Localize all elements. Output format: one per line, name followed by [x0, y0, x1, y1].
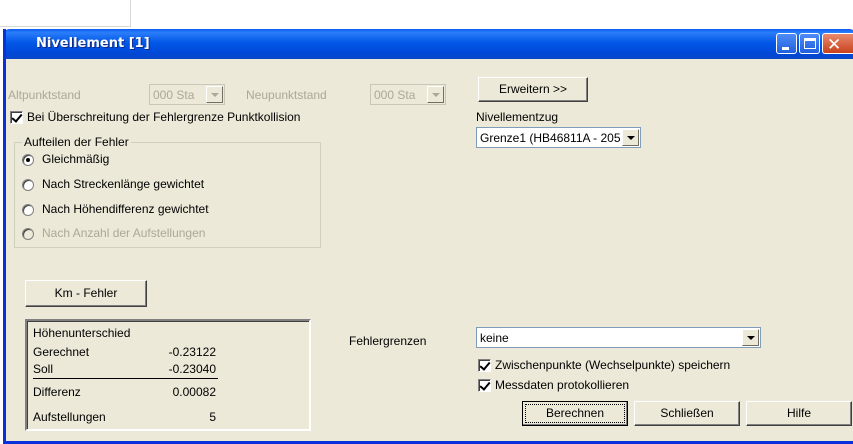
radio-streckenlaenge-label: Nach Streckenlänge gewichtet — [42, 177, 205, 191]
radio-gleichmaessig-label: Gleichmäßig — [42, 152, 110, 166]
altpunktstand-select[interactable]: 000 Sta — [149, 84, 225, 105]
maximize-icon — [804, 38, 816, 49]
nivellementzug-value: Grenze1 (HB46811A - 205 — [480, 131, 621, 145]
radio-streckenlaenge[interactable] — [22, 179, 34, 191]
soll-label: Soll — [33, 362, 54, 376]
gerechnet-value: -0.23122 — [168, 345, 216, 359]
neupunktstand-value: 000 Sta — [374, 88, 416, 102]
radio-aufstellungen[interactable] — [22, 228, 34, 240]
radio-hoehendifferenz-label: Nach Höhendifferenz gewichtet — [42, 202, 209, 216]
zwischenpunkte-label: Zwischenpunkte (Wechselpunkte) speichern — [495, 358, 731, 372]
radio-gleichmaessig[interactable] — [22, 154, 34, 166]
aufstellungen-label: Aufstellungen — [33, 410, 106, 424]
chevron-down-icon[interactable] — [742, 329, 759, 346]
km-fehler-button[interactable]: Km - Fehler — [25, 280, 147, 307]
nivellementzug-label: Nivellementzug — [476, 110, 559, 124]
differenz-value: 0.00082 — [172, 385, 216, 399]
punktkollision-label: Bei Überschreitung der Fehlergrenze Punk… — [27, 110, 301, 124]
fehlergrenzen-select[interactable]: keine — [476, 327, 761, 348]
aufstellungen-value: 5 — [209, 410, 216, 424]
maximize-button[interactable] — [799, 33, 820, 54]
window-title: Nivellement [1] — [36, 36, 150, 51]
gerechnet-label: Gerechnet — [33, 345, 90, 359]
nivellementzug-select[interactable]: Grenze1 (HB46811A - 205 — [476, 127, 641, 148]
messdaten-label: Messdaten protokollieren — [495, 378, 630, 392]
altpunktstand-label: Altpunktstand — [8, 88, 81, 102]
punktkollision-checkbox[interactable] — [10, 111, 23, 124]
neupunktstand-select[interactable]: 000 Sta — [370, 84, 446, 105]
close-icon: ✕ — [827, 35, 842, 55]
sum-divider — [33, 378, 218, 379]
fehlergrenzen-value: keine — [480, 331, 509, 345]
radio-aufstellungen-label: Nach Anzahl der Aufstellungen — [42, 226, 206, 240]
close-button[interactable]: ✕ — [822, 33, 853, 55]
altpunktstand-value: 000 Sta — [153, 88, 195, 102]
messdaten-checkbox[interactable] — [478, 379, 491, 392]
schliessen-button[interactable]: Schließen — [634, 401, 740, 426]
chevron-down-icon[interactable] — [427, 86, 444, 103]
fehlergrenzen-label: Fehlergrenzen — [349, 334, 427, 348]
radio-hoehendifferenz[interactable] — [22, 204, 34, 216]
nivellement-dialog: Nivellement [1] ✕ Altpunktstand 000 Sta … — [3, 29, 853, 444]
berechnen-button[interactable]: Berechnen — [522, 401, 628, 426]
hilfe-button[interactable]: Hilfe — [746, 401, 852, 426]
hoehen-title: Höhenunterschied — [33, 326, 131, 340]
title-bar[interactable]: Nivellement [1] ✕ — [6, 29, 853, 59]
zwischenpunkte-checkbox[interactable] — [478, 359, 491, 372]
differenz-label: Differenz — [33, 385, 81, 399]
background-tab — [0, 0, 131, 27]
minimize-icon — [782, 47, 789, 50]
neupunktstand-label: Neupunktstand — [246, 88, 327, 102]
erweitern-button[interactable]: Erweitern >> — [478, 77, 588, 102]
chevron-down-icon[interactable] — [622, 129, 639, 146]
chevron-down-icon[interactable] — [206, 86, 223, 103]
aufteilen-title: Aufteilen der Fehler — [22, 135, 131, 149]
minimize-button[interactable] — [776, 33, 797, 54]
soll-value: -0.23040 — [168, 362, 216, 376]
